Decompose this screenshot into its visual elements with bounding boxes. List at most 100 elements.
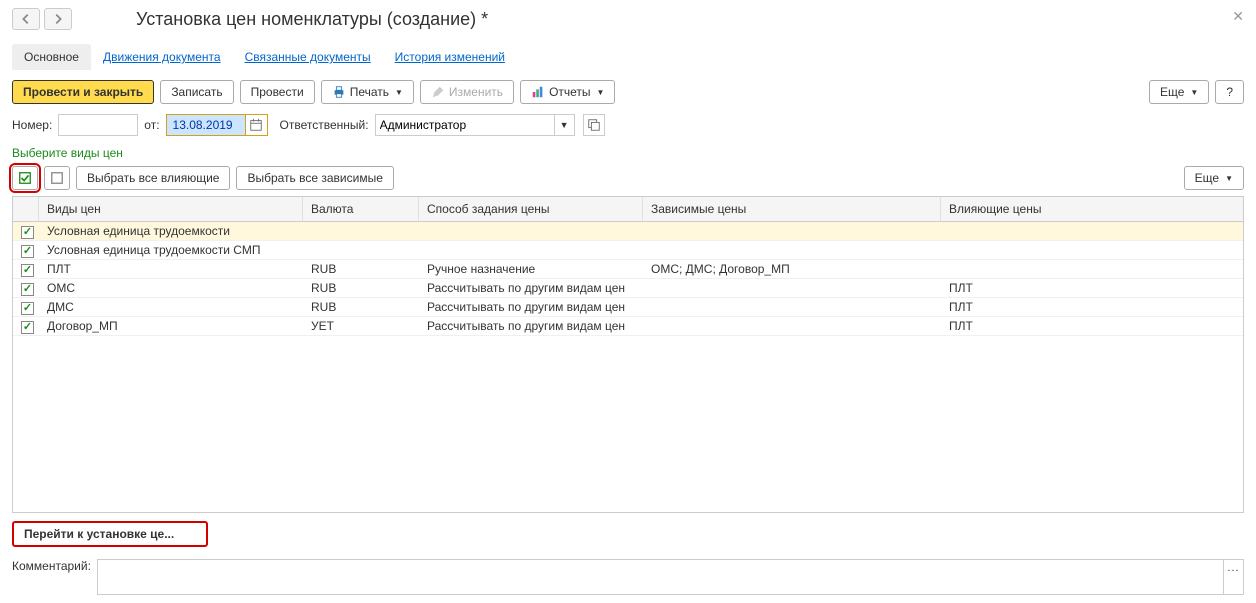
comment-input[interactable]: [98, 560, 1223, 594]
more-label: Еще: [1195, 171, 1219, 185]
chevron-down-icon: ▼: [1225, 174, 1233, 183]
post-close-button[interactable]: Провести и закрыть: [12, 80, 154, 104]
arrow-left-icon: [19, 12, 33, 26]
change-label: Изменить: [449, 85, 503, 99]
cell-name: ОМС: [39, 279, 303, 297]
cell-method: Рассчитывать по другим видам цен: [419, 279, 643, 297]
table-more-button[interactable]: Еще ▼: [1184, 166, 1244, 190]
nav-back-button[interactable]: [12, 8, 40, 30]
responsible-label: Ответственный:: [280, 118, 369, 132]
number-input[interactable]: [58, 114, 138, 136]
tab-related[interactable]: Связанные документы: [233, 44, 383, 70]
nav-forward-button[interactable]: [44, 8, 72, 30]
cell-currency: RUB: [303, 279, 419, 297]
cell-influencing: ПЛТ: [941, 317, 1243, 335]
col-currency[interactable]: Валюта: [303, 197, 419, 221]
cell-currency: RUB: [303, 298, 419, 316]
cell-dependent: [643, 286, 941, 290]
col-name[interactable]: Виды цен: [39, 197, 303, 221]
uncheck-all-icon: [50, 171, 64, 185]
save-button[interactable]: Записать: [160, 80, 233, 104]
tab-movements[interactable]: Движения документа: [91, 44, 233, 70]
col-dependent[interactable]: Зависимые цены: [643, 197, 941, 221]
cell-currency: УЕТ: [303, 317, 419, 335]
tab-history[interactable]: История изменений: [383, 44, 517, 70]
price-types-table: Виды цен Валюта Способ задания цены Зави…: [12, 196, 1244, 513]
printer-icon: [332, 85, 346, 99]
row-checkbox[interactable]: [21, 302, 34, 315]
responsible-input[interactable]: [376, 115, 554, 135]
check-all-icon: [18, 171, 32, 185]
help-button[interactable]: ?: [1215, 80, 1244, 104]
date-field: [166, 114, 268, 136]
cell-name: ПЛТ: [39, 260, 303, 278]
date-picker-button[interactable]: [245, 115, 267, 135]
reports-label: Отчеты: [549, 85, 590, 99]
cell-method: Ручное назначение: [419, 260, 643, 278]
row-checkbox[interactable]: [21, 264, 34, 277]
pencil-icon: [431, 85, 445, 99]
chevron-down-icon: ▼: [1190, 88, 1198, 97]
cell-name: Условная единица трудоемкости СМП: [39, 241, 303, 259]
cell-dependent: [643, 229, 941, 233]
cell-method: [419, 229, 643, 233]
table-body: Условная единица трудоемкостиУсловная ед…: [13, 222, 1243, 512]
print-label: Печать: [350, 85, 389, 99]
table-row[interactable]: ПЛТRUBРучное назначениеОМС; ДМС; Договор…: [13, 260, 1243, 279]
print-button[interactable]: Печать ▼: [321, 80, 414, 104]
close-button[interactable]: ✕: [1232, 8, 1244, 25]
cell-dependent: [643, 248, 941, 252]
open-icon: [587, 118, 601, 132]
table-header: Виды цен Валюта Способ задания цены Зави…: [13, 197, 1243, 222]
chevron-down-icon: ▼: [395, 88, 403, 97]
responsible-dropdown-button[interactable]: ▼: [554, 115, 574, 135]
table-row[interactable]: ДМСRUBРассчитывать по другим видам ценПЛ…: [13, 298, 1243, 317]
chevron-down-icon: ▼: [597, 88, 605, 97]
cell-influencing: [941, 248, 1243, 252]
change-button[interactable]: Изменить: [420, 80, 514, 104]
row-checkbox[interactable]: [21, 226, 34, 239]
cell-influencing: [941, 267, 1243, 271]
responsible-open-button[interactable]: [583, 114, 605, 136]
cell-influencing: ПЛТ: [941, 298, 1243, 316]
comment-label: Комментарий:: [12, 559, 91, 573]
table-row[interactable]: Условная единица трудоемкости СМП: [13, 241, 1243, 260]
tab-main[interactable]: Основное: [12, 44, 91, 70]
post-button[interactable]: Провести: [240, 80, 315, 104]
responsible-combo: ▼: [375, 114, 575, 136]
uncheck-all-button[interactable]: [44, 166, 70, 190]
select-influencing-button[interactable]: Выбрать все влияющие: [76, 166, 230, 190]
tabs: Основное Движения документа Связанные до…: [12, 44, 1244, 70]
comment-expand-button[interactable]: ...: [1223, 560, 1243, 594]
goto-set-prices-button[interactable]: Перейти к установке це...: [12, 521, 208, 547]
table-row[interactable]: ОМСRUBРассчитывать по другим видам ценПЛ…: [13, 279, 1243, 298]
cell-method: Рассчитывать по другим видам цен: [419, 317, 643, 335]
select-dependent-button[interactable]: Выбрать все зависимые: [236, 166, 393, 190]
check-all-button[interactable]: [12, 166, 38, 190]
cell-currency: [303, 229, 419, 233]
cell-method: [419, 248, 643, 252]
date-input[interactable]: [167, 115, 245, 135]
page-title: Установка цен номенклатуры (создание) *: [136, 9, 488, 30]
table-row[interactable]: Договор_МПУЕТРассчитывать по другим вида…: [13, 317, 1243, 336]
comment-field: ...: [97, 559, 1244, 595]
reports-button[interactable]: Отчеты ▼: [520, 80, 615, 104]
row-checkbox[interactable]: [21, 321, 34, 334]
section-title: Выберите виды цен: [12, 146, 1244, 160]
calendar-icon: [249, 118, 263, 132]
cell-influencing: [941, 229, 1243, 233]
row-checkbox[interactable]: [21, 245, 34, 258]
col-method[interactable]: Способ задания цены: [419, 197, 643, 221]
cell-method: Рассчитывать по другим видам цен: [419, 298, 643, 316]
cell-name: Условная единица трудоемкости: [39, 222, 303, 240]
cell-dependent: ОМС; ДМС; Договор_МП: [643, 260, 941, 278]
col-influencing[interactable]: Влияющие цены: [941, 197, 1243, 221]
more-button[interactable]: Еще ▼: [1149, 80, 1209, 104]
cell-dependent: [643, 305, 941, 309]
from-label: от:: [144, 118, 159, 132]
table-row[interactable]: Условная единица трудоемкости: [13, 222, 1243, 241]
number-label: Номер:: [12, 118, 52, 132]
arrow-right-icon: [51, 12, 65, 26]
row-checkbox[interactable]: [21, 283, 34, 296]
cell-currency: [303, 248, 419, 252]
